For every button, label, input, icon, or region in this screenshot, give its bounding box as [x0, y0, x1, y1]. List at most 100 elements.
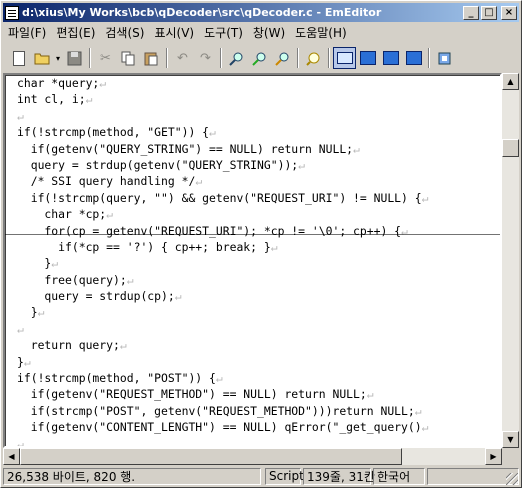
menu-window[interactable]: 창(W)	[248, 24, 290, 41]
scroll-right-button[interactable]: ▶	[485, 448, 502, 465]
horizontal-scrollbar[interactable]: ◀ ▶	[3, 448, 502, 465]
eol-mark: ↵	[106, 207, 114, 222]
status-position[interactable]: 139줄, 31칸	[303, 467, 375, 485]
code-line[interactable]: if(strcmp("POST", getenv("REQUEST_METHOD…	[17, 403, 428, 419]
eol-mark: ↵	[209, 125, 216, 140]
code-text: for(cp = getenv("REQUEST_URI"); *cp != '…	[17, 223, 402, 238]
code-line[interactable]: if(!strcmp(method, "GET")) {↵	[17, 124, 428, 140]
find-previous-icon[interactable]	[271, 47, 294, 69]
app-icon[interactable]	[5, 5, 19, 20]
code-line[interactable]: char *query;↵	[17, 75, 428, 91]
status-bar: 26,538 바이트, 820 행. Script 139줄, 31칸 한국어	[3, 466, 519, 486]
code-line[interactable]: if(!strcmp(query, "") && getenv("REQUEST…	[17, 190, 429, 206]
code-line[interactable]: ↵	[17, 108, 428, 124]
copy-icon[interactable]	[117, 47, 140, 69]
code-line[interactable]: /* SSI query handling */↵	[17, 173, 428, 189]
text-editor[interactable]: char *query;↵ int cl, i;↵ ↵ if(!strcmp(meth…	[3, 73, 502, 448]
configuration-icon[interactable]	[433, 47, 456, 69]
vertical-scroll-thumb[interactable]	[502, 139, 519, 157]
vertical-scrollbar[interactable]: ▲ ▼	[502, 73, 519, 448]
code-text: if(getenv("QUERY_STRING") == NULL) retur…	[17, 141, 354, 156]
code-text: if(getenv("CONTENT_LENGTH") == NULL) qEr…	[17, 420, 422, 435]
code-line[interactable]: }↵	[17, 354, 428, 370]
find-icon[interactable]	[225, 47, 248, 69]
code-line[interactable]: }↵	[17, 304, 428, 320]
save-disk-icon[interactable]	[63, 47, 86, 69]
code-line[interactable]: return query;↵	[17, 337, 428, 353]
code-line[interactable]: if(!strcmp(method, "POST")) {↵	[17, 370, 428, 386]
code-line[interactable]: }↵	[17, 255, 428, 271]
open-folder-icon[interactable]	[30, 47, 53, 69]
code-line[interactable]: if(getenv("CONTENT_LENGTH") == NULL) qEr…	[17, 419, 429, 435]
cut-scissors-icon[interactable]: ✂	[94, 47, 117, 69]
find-next-icon[interactable]	[248, 47, 271, 69]
code-line[interactable]: if(getenv("QUERY_STRING") == NULL) retur…	[17, 141, 428, 157]
minimize-button[interactable]: _	[463, 5, 479, 20]
menu-edit[interactable]: 편집(E)	[51, 24, 100, 41]
status-encoding[interactable]: 한국어	[373, 467, 425, 485]
resize-grip-icon[interactable]	[506, 473, 518, 485]
toolbar-separator	[428, 48, 430, 68]
code-line[interactable]: if(*cp == '?') { cp++; break; }↵	[17, 239, 428, 255]
toolbar: ▾ ✂ ↶ ↷	[3, 45, 519, 71]
window-next-icon[interactable]	[379, 47, 402, 69]
code-line[interactable]: ↵	[17, 321, 428, 337]
eol-mark: ↵	[421, 190, 429, 205]
code-text: query = strdup(cp);	[17, 289, 175, 304]
eol-mark: ↵	[17, 321, 24, 336]
menu-file[interactable]: 파일(F)	[3, 24, 51, 41]
code-text: if(!strcmp(method, "GET")) {	[17, 125, 210, 140]
code-text: }	[17, 354, 24, 369]
close-button[interactable]: ×	[501, 5, 517, 20]
highlight-marker-icon[interactable]	[302, 47, 325, 69]
toolbar-separator	[89, 48, 91, 68]
code-text: if(!strcmp(query, "") && getenv("REQUEST…	[17, 190, 422, 205]
scroll-down-button[interactable]: ▼	[502, 431, 519, 448]
code-line[interactable]: ↵	[17, 436, 428, 446]
code-text: if(*cp == '?') { cp++; break; }	[17, 239, 271, 254]
scroll-up-button[interactable]: ▲	[502, 73, 519, 90]
maximize-button[interactable]: □	[481, 5, 497, 20]
menu-tools[interactable]: 도구(T)	[199, 24, 248, 41]
undo-icon[interactable]: ↶	[171, 47, 194, 69]
eol-mark: ↵	[17, 108, 24, 123]
code-line[interactable]: query = strdup(cp);↵	[17, 288, 428, 304]
code-text: int cl, i;	[17, 92, 86, 107]
window-title: d:\xius\My Works\bcb\qDecoder\src\qDecod…	[22, 6, 382, 19]
code-line[interactable]: char *cp;↵	[17, 206, 428, 222]
scroll-left-button[interactable]: ◀	[3, 448, 20, 465]
eol-mark: ↵	[195, 174, 203, 189]
code-line[interactable]: for(cp = getenv("REQUEST_URI"); *cp != '…	[17, 223, 428, 239]
window-switch-icon[interactable]	[402, 47, 425, 69]
code-text: if(getenv("REQUEST_METHOD") == NULL) ret…	[17, 387, 367, 402]
open-dropdown-icon[interactable]: ▾	[53, 47, 63, 69]
menu-help[interactable]: 도움말(H)	[290, 24, 352, 41]
window-prev-icon[interactable]	[356, 47, 379, 69]
menu-bar: 파일(F) 편집(E) 검색(S) 표시(V) 도구(T) 창(W) 도움말(H…	[3, 23, 519, 42]
code-area[interactable]: char *query;↵ int cl, i;↵ ↵ if(!strcmp(meth…	[17, 75, 429, 446]
toolbar-separator	[328, 48, 330, 68]
code-text: if(strcmp("POST", getenv("REQUEST_METHOD…	[17, 403, 415, 418]
status-mode[interactable]: Script	[265, 467, 304, 485]
code-line[interactable]: free(query);↵	[17, 272, 428, 288]
eol-mark: ↵	[99, 76, 107, 90]
code-line[interactable]: query = strdup(getenv("QUERY_STRING"));↵	[17, 157, 428, 173]
eol-mark: ↵	[119, 338, 127, 353]
split-window-icon[interactable]	[333, 47, 356, 69]
paste-icon[interactable]	[140, 47, 163, 69]
title-bar[interactable]: d:\xius\My Works\bcb\qDecoder\src\qDecod…	[3, 3, 519, 22]
code-line[interactable]: int cl, i;↵	[17, 91, 428, 107]
toolbar-separator	[166, 48, 168, 68]
code-text: }	[17, 305, 38, 320]
code-text: char *query;	[17, 76, 100, 90]
scroll-corner	[502, 448, 519, 465]
toolbar-separator	[220, 48, 222, 68]
menu-search[interactable]: 검색(S)	[100, 24, 149, 41]
eol-mark: ↵	[421, 420, 429, 435]
menu-view[interactable]: 표시(V)	[149, 24, 199, 41]
redo-icon[interactable]: ↷	[194, 47, 217, 69]
new-file-icon[interactable]	[7, 47, 30, 69]
code-text: return query;	[17, 338, 120, 353]
code-line[interactable]: if(getenv("REQUEST_METHOD") == NULL) ret…	[17, 386, 428, 402]
horizontal-scroll-thumb[interactable]	[20, 448, 402, 465]
